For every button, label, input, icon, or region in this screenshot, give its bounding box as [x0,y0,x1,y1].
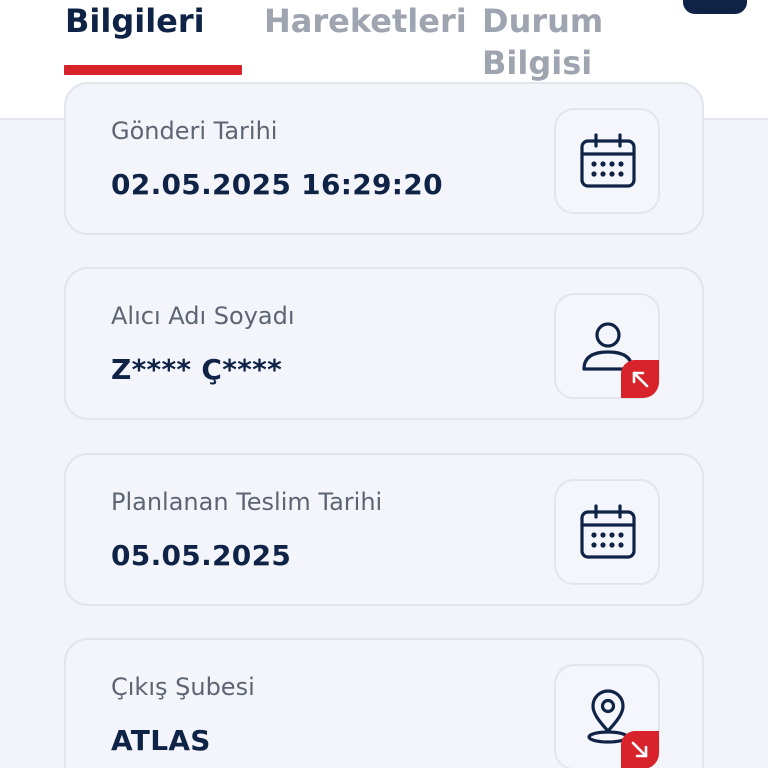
recipient-name-value: Z**** Ç**** [111,353,283,386]
recipient-badge[interactable] [621,360,659,398]
origin-branch-badge[interactable] [621,731,659,768]
origin-branch-label: Çıkış Şubesi [111,673,255,701]
recipient-name-label: Alıcı Adı Soyadı [111,302,295,330]
shipment-date-value: 02.05.2025 16:29:20 [111,168,443,201]
recipient-name-card: Alıcı Adı Soyadı Z**** Ç**** [64,267,704,420]
active-tab-indicator [64,65,242,75]
calendar-icon-button[interactable] [554,479,660,585]
planned-delivery-label: Planlanan Teslim Tarihi [111,488,383,516]
user-icon-button[interactable] [554,293,660,399]
header-action-button[interactable] [683,0,747,14]
calendar-icon-button[interactable] [554,108,660,214]
origin-branch-card: Çıkış Şubesi ATLAS [64,638,704,768]
tab-bilgileri[interactable]: Bilgileri [65,0,205,42]
shipment-date-card: Gönderi Tarihi 02.05.2025 16:29:20 [64,82,704,235]
arrow-down-right-icon [631,741,648,758]
calendar-icon [580,504,636,559]
planned-delivery-value: 05.05.2025 [111,539,292,572]
location-icon-button[interactable] [554,664,660,768]
tab-hareketleri[interactable]: Hareketleri [264,0,467,42]
shipment-date-label: Gönderi Tarihi [111,117,278,145]
arrow-up-left-icon [632,371,649,388]
planned-delivery-card: Planlanan Teslim Tarihi 05.05.2025 [64,453,704,606]
calendar-icon [580,133,636,188]
tab-durum-bilgisi[interactable]: Durum Bilgisi [482,0,672,84]
origin-branch-value: ATLAS [111,724,211,757]
